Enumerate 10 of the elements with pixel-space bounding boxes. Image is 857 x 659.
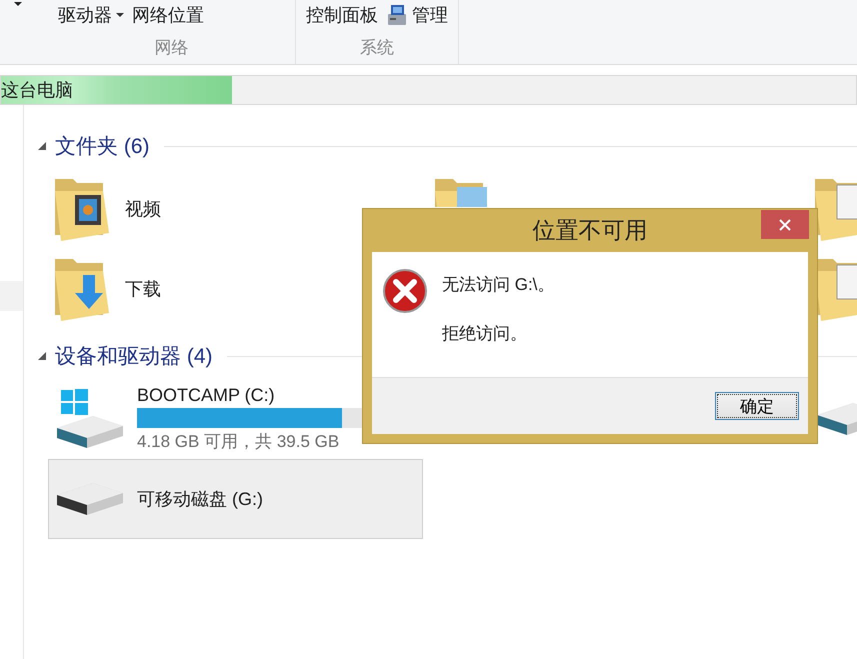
drive-name: BOOTCAMP (C:) <box>137 385 276 406</box>
drive-name: 可移动磁盘 (G:) <box>137 488 263 511</box>
free-space-text: 4.18 GB 可用，共 39.5 GB <box>137 431 340 453</box>
folder-name: 下载 <box>125 278 161 301</box>
dialog-message: 拒绝访问。 <box>442 323 528 345</box>
dialog-message: 无法访问 G:\。 <box>442 274 554 296</box>
group-label: 网络 <box>154 37 188 59</box>
folder-name: 视频 <box>125 198 161 221</box>
group-label: 系统 <box>360 37 394 59</box>
dialog-title: 位置不可用 <box>532 216 648 245</box>
